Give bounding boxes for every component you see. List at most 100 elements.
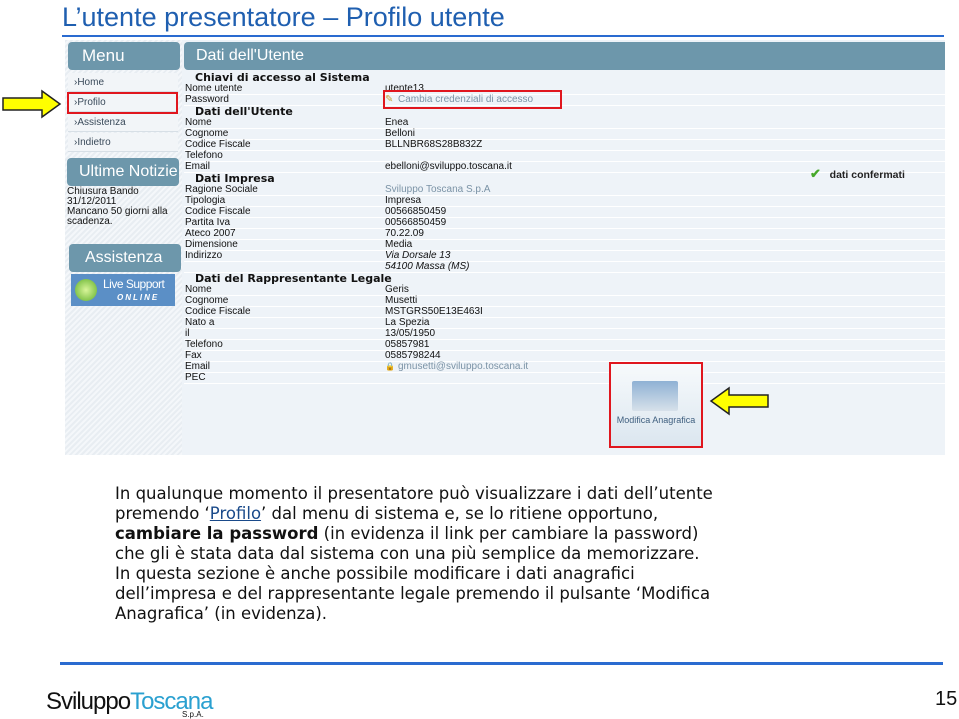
field-label: il [185,328,190,339]
user-data-panel: Chiavi di accesso al Sistema Nome utente u… [184,72,945,384]
field-value: La Spezia [385,317,430,328]
data-row: Dimensione Media [184,240,945,251]
app-screenshot: Menu ›Home ›Profilo ›Assistenza ›Indietr… [65,40,945,455]
data-row: Codice Fiscale MSTGRS50E13E463I [184,307,945,318]
section-title: Dati dell'Utente [195,105,293,118]
field-value: Impresa [385,195,422,206]
description-line: In questa sezione è anche possibile modi… [115,564,635,583]
field-label: Codice Fiscale [185,306,251,317]
field-label: Cognome [185,128,229,139]
field-label: Password [185,94,229,105]
live-support-button[interactable]: Live Support ONLINE [71,274,175,306]
text: ’ dal menu di sistema e, se lo ritiene o… [261,504,659,523]
field-value: 05857981 [385,339,430,350]
field-label: Ragione Sociale [185,184,258,195]
data-row: Codice Fiscale 00566850459 [184,207,945,218]
menu-item-home[interactable]: ›Home [68,73,178,92]
field-value: BLLNBR68S28B832Z [385,139,483,150]
field-label: Telefono [185,150,223,161]
main-header: Dati dell'Utente [184,42,945,70]
data-row: Telefono 05857981 [184,340,945,351]
field-value: Enea [385,117,409,128]
field-label: Ateco 2007 [185,228,236,239]
data-row: il 13/05/1950 [184,329,945,340]
data-row: Ateco 2007 70.22.09 [184,229,945,240]
slide-title: L’utente presentatore – Profilo utente [62,2,505,32]
data-row: Nome Geris [184,285,945,296]
field-value: ebelloni@sviluppo.toscana.it [385,161,512,172]
news-header: Ultime Notizie [67,158,179,186]
news-body: Chiusura Bando 31/12/2011 Mancano 50 gio… [67,187,179,227]
data-row: PEC [184,373,945,384]
field-label: Nato a [185,317,215,328]
field-value: 70.22.09 [385,228,424,239]
data-row: 🔒 Email gmusetti@sviluppo.toscana.it [184,362,945,373]
field-label: Codice Fiscale [185,139,251,150]
live-support-label: Live Support [103,277,165,291]
section-title: Chiavi di accesso al Sistema [195,71,370,84]
description-line: Anagrafica’ (in evidenza). [115,604,328,623]
data-row: Ragione Sociale Sviluppo Toscana S.p.A [184,185,945,196]
menu-header: Menu [68,42,180,70]
lock-icon: 🔒 [385,362,395,371]
data-row: Nome utente utente13 [184,84,945,95]
field-value: Media [385,239,413,250]
field-value: Via Dorsale 13 [385,250,451,261]
profilo-link[interactable]: Profilo [210,504,261,523]
text: (in evidenza il link per cambiare la pas… [318,524,699,543]
field-label: Telefono [185,339,223,350]
confirmed-label: dati confermati [829,169,905,181]
description-line: In qualunque momento il presentatore può… [115,484,713,503]
field-value: Musetti [385,295,418,306]
data-row: Nome Enea [184,118,945,129]
slide: L’utente presentatore – Profilo utente M… [0,0,959,719]
description-line: premendo ‘Profilo’ dal menu di sistema e… [115,504,905,524]
news-line: Mancano 50 giorni alla scadenza. [67,206,168,227]
field-label: Nome utente [185,83,243,94]
footer-divider [60,662,943,665]
text: premendo ‘ [115,504,210,523]
field-label: Partita Iva [185,217,231,228]
field-value: 00566850459 [385,217,447,228]
data-row: Indirizzo Via Dorsale 13 [184,251,945,262]
menu-item-assistenza[interactable]: ›Assistenza [68,113,178,132]
data-row: Tipologia Impresa [184,196,945,207]
bold-text: cambiare la password [115,524,319,543]
data-row: Cognome Musetti [184,296,945,307]
field-label: Tipologia [185,195,226,206]
data-row: ✎ Password Cambia credenziali di accesso [184,95,945,106]
data-row: Nato a La Spezia [184,318,945,329]
check-icon: ✔ [810,166,821,181]
field-value: Geris [385,284,409,295]
password-link-highlight [383,90,562,109]
field-value: 0585798244 [385,350,441,361]
email-link[interactable]: gmusetti@sviluppo.toscana.it [398,362,528,372]
logo-sub: S.p.A. [182,710,204,719]
field-label: Nome [185,117,212,128]
description-line: cambiare la password (in evidenza il lin… [115,524,905,544]
page-number: 15 [935,688,958,710]
field-value: 13/05/1950 [385,328,436,339]
modifica-highlight [609,362,703,448]
menu-item-indietro[interactable]: ›Indietro [68,133,178,152]
data-row: 54100 Massa (MS) [184,262,945,273]
title-divider [62,35,944,37]
online-label: ONLINE [117,293,160,302]
logo-part: Sviluppo [46,688,131,715]
field-label: Fax [185,350,202,361]
field-label: Nome [185,284,212,295]
data-row: Cognome Belloni [184,129,945,140]
field-label: Dimensione [185,239,238,250]
field-label: Codice Fiscale [185,206,251,217]
assistenza-header: Assistenza [69,244,181,272]
description-line: dell’impresa e del rappresentante legale… [115,584,711,603]
field-label: Email [185,161,211,172]
arrow-right-icon [2,89,62,119]
field-value: 00566850459 [385,206,447,217]
data-row: Codice Fiscale BLLNBR68S28B832Z [184,140,945,151]
profilo-highlight [67,92,178,114]
field-label: PEC [185,372,206,383]
field-value: MSTGRS50E13E463I [385,306,483,317]
field-value: Belloni [385,128,416,139]
data-row: Telefono [184,151,945,162]
